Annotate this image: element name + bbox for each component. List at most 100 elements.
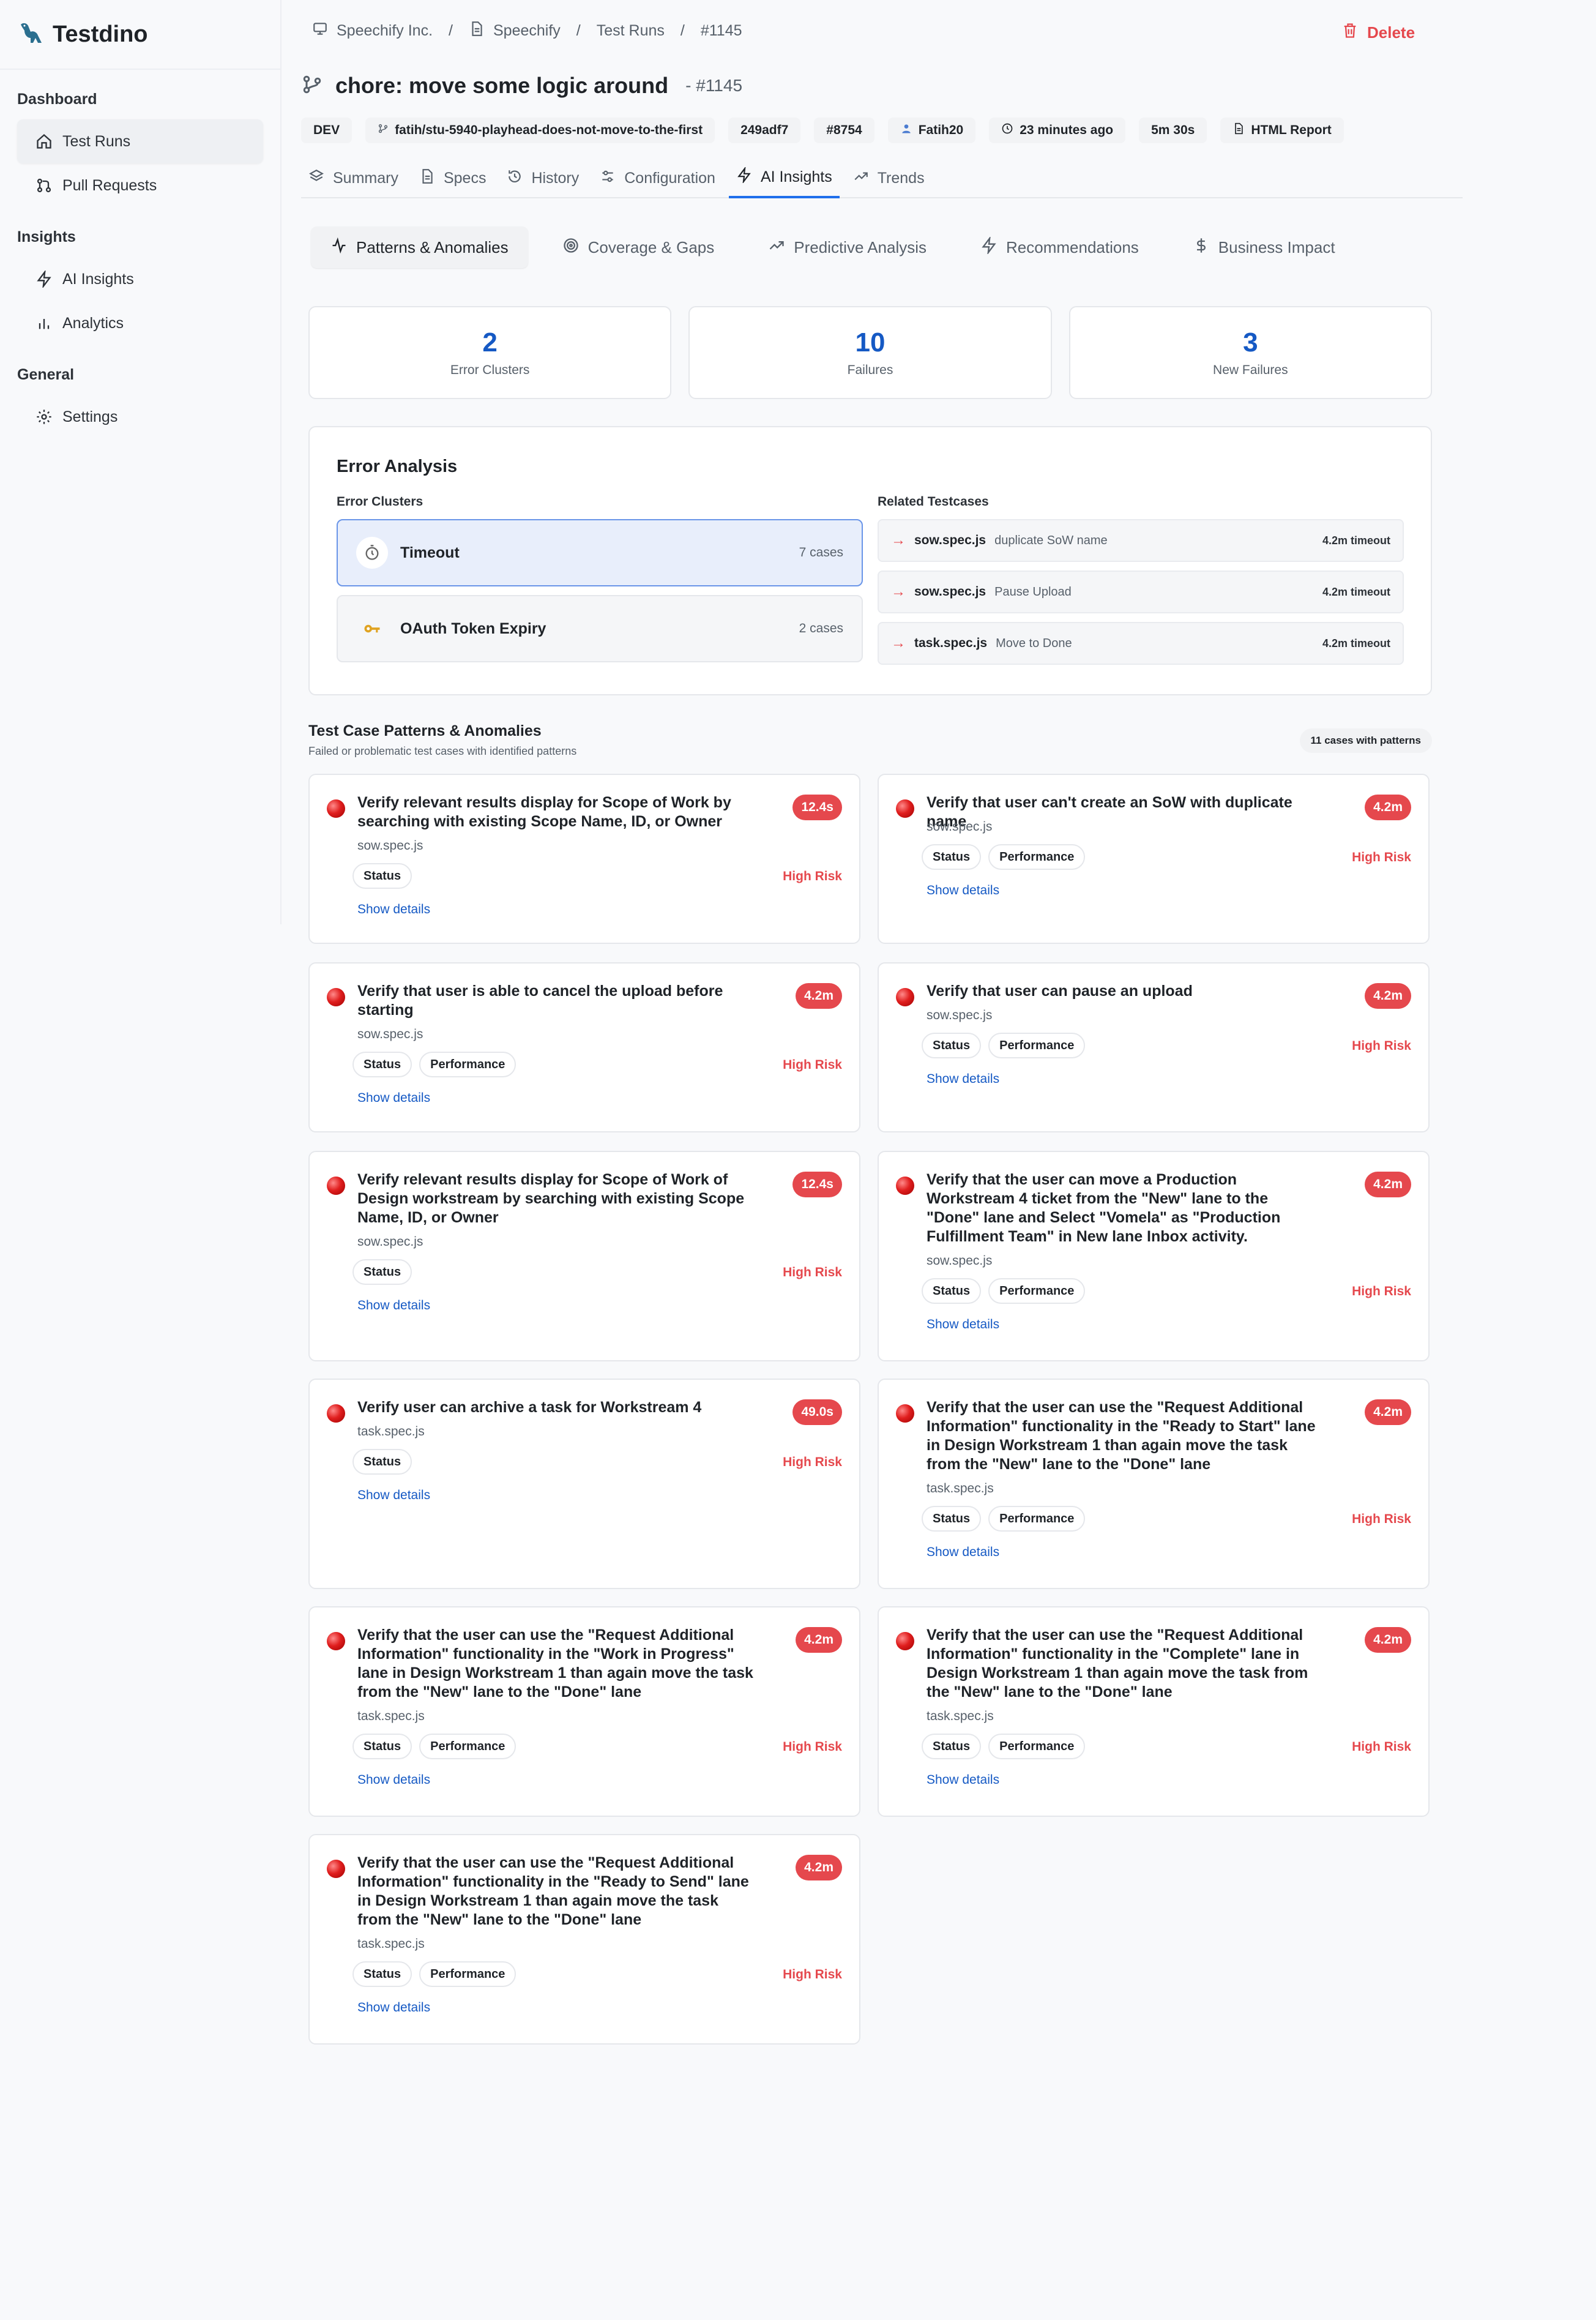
breadcrumb-separator: / <box>680 21 685 39</box>
subtab-recommendations[interactable]: Recommendations <box>961 226 1158 268</box>
duration-badge: 4.2m <box>1365 1172 1411 1197</box>
activity-icon <box>330 237 348 258</box>
breadcrumb-section[interactable]: Test Runs <box>597 22 665 40</box>
sidebar-item-pull-requests[interactable]: Pull Requests <box>17 163 263 208</box>
card-title: Verify that the user can use the "Reques… <box>927 1626 1308 1701</box>
related-testcase[interactable]: → sow.spec.js duplicate SoW name 4.2m ti… <box>878 519 1404 562</box>
related-testcase[interactable]: → task.spec.js Move to Done 4.2m timeout <box>878 622 1404 665</box>
sidebar-item-label: Pull Requests <box>62 176 157 194</box>
card-file: task.spec.js <box>927 1481 994 1495</box>
risk-label: High Risk <box>783 1967 842 1981</box>
error-analysis-title: Error Analysis <box>337 457 458 476</box>
tab-history[interactable]: History <box>499 158 586 198</box>
html-report-chip[interactable]: HTML Report <box>1220 118 1344 143</box>
risk-label: High Risk <box>1352 1039 1411 1053</box>
show-details-link[interactable]: Show details <box>357 1298 430 1313</box>
cluster-oauth[interactable]: OAuth Token Expiry 2 cases <box>337 595 863 662</box>
failure-dot-icon <box>327 988 345 1006</box>
card-tags: Status Performance <box>352 1052 516 1077</box>
failure-dot-icon <box>327 1177 345 1195</box>
sidebar-item-analytics[interactable]: Analytics <box>17 301 263 345</box>
card-tags: Status Performance <box>352 1734 516 1759</box>
failure-dot-icon <box>327 799 345 818</box>
card-tags: Status Performance <box>352 1961 516 1987</box>
pattern-card: Verify that user can't create an SoW wit… <box>878 774 1430 944</box>
breadcrumb-org-label: Speechify Inc. <box>337 21 433 39</box>
card-tags: Status Performance <box>922 1278 1086 1304</box>
subtab-predictive[interactable]: Predictive Analysis <box>748 226 946 268</box>
related-time: 4.2m timeout <box>1322 637 1390 649</box>
show-details-link[interactable]: Show details <box>357 1488 430 1503</box>
tag-performance: Performance <box>419 1734 516 1759</box>
subtab-label: Patterns & Anomalies <box>356 238 509 256</box>
related-testcases-label: Related Testcases <box>878 495 989 509</box>
patterns-subtitle: Failed or problematic test cases with id… <box>308 745 577 757</box>
delete-button[interactable]: Delete <box>1341 22 1415 43</box>
breadcrumb-project[interactable]: Speechify <box>469 21 561 41</box>
commit-chip[interactable]: 249adf7 <box>728 118 801 143</box>
tag-status: Status <box>922 1278 982 1304</box>
tab-summary[interactable]: Summary <box>301 158 406 198</box>
show-details-link[interactable]: Show details <box>357 902 430 917</box>
pr-chip[interactable]: #8754 <box>814 118 874 143</box>
tab-trends[interactable]: Trends <box>846 158 932 198</box>
tab-ai-insights[interactable]: AI Insights <box>728 158 840 198</box>
sidebar-item-label: AI Insights <box>62 270 134 288</box>
related-testcase[interactable]: → sow.spec.js Pause Upload 4.2m timeout <box>878 571 1404 613</box>
card-title: Verify user can archive a task for Works… <box>357 1399 702 1416</box>
related-file: task.spec.js <box>914 636 988 650</box>
pattern-card: Verify that the user can use the "Reques… <box>308 1834 860 2045</box>
pattern-card: Verify user can archive a task for Works… <box>308 1379 860 1589</box>
breadcrumb-separator: / <box>449 21 453 39</box>
file-icon <box>419 168 435 189</box>
show-details-link[interactable]: Show details <box>927 1773 999 1787</box>
nav-heading-insights: Insights <box>17 228 76 245</box>
show-details-link[interactable]: Show details <box>357 2000 430 2015</box>
sidebar-item-label: Analytics <box>62 314 124 332</box>
pattern-card: Verify that the user can use the "Reques… <box>878 1606 1430 1817</box>
show-details-link[interactable]: Show details <box>927 1317 999 1332</box>
show-details-link[interactable]: Show details <box>927 1072 999 1087</box>
tag-status: Status <box>352 1449 412 1475</box>
tag-status: Status <box>352 1961 412 1987</box>
branch-chip[interactable]: fatih/stu-5940-playhead-does-not-move-to… <box>365 118 715 143</box>
card-file: sow.spec.js <box>927 1254 993 1268</box>
key-icon <box>356 613 388 645</box>
error-clusters-label: Error Clusters <box>337 495 423 509</box>
pattern-card: Verify relevant results display for Scop… <box>308 774 860 944</box>
failure-dot-icon <box>327 1404 345 1423</box>
sidebar-item-test-runs[interactable]: Test Runs <box>17 119 263 163</box>
tag-status: Status <box>922 1506 982 1532</box>
subtab-patterns[interactable]: Patterns & Anomalies <box>311 226 528 268</box>
dollar-icon <box>1193 237 1210 258</box>
show-details-link[interactable]: Show details <box>357 1773 430 1787</box>
tag-status: Status <box>922 844 982 870</box>
breadcrumb-org[interactable]: Speechify Inc. <box>312 21 433 41</box>
card-tags: Status Performance <box>922 844 1086 870</box>
monitor-icon <box>312 21 328 41</box>
tab-specs[interactable]: Specs <box>412 158 493 198</box>
card-tags: Status Performance <box>922 1033 1086 1058</box>
pattern-card: Verify relevant results display for Scop… <box>308 1151 860 1361</box>
insights-subtabs: Patterns & Anomalies Coverage & Gaps Pre… <box>311 224 1449 271</box>
logo[interactable]: Testdino <box>0 0 280 70</box>
file-icon <box>469 21 485 41</box>
sidebar-item-settings[interactable]: Settings <box>17 395 263 439</box>
subtab-coverage[interactable]: Coverage & Gaps <box>543 226 734 268</box>
tab-label: AI Insights <box>760 168 832 185</box>
sidebar-item-ai-insights[interactable]: AI Insights <box>17 257 263 301</box>
risk-label: High Risk <box>1352 1740 1411 1754</box>
show-details-link[interactable]: Show details <box>927 883 999 898</box>
risk-label: High Risk <box>783 869 842 883</box>
stat-value: 2 <box>482 327 498 357</box>
show-details-link[interactable]: Show details <box>927 1545 999 1560</box>
tag-status: Status <box>352 863 412 889</box>
show-details-link[interactable]: Show details <box>357 1091 430 1106</box>
time-chip: 23 minutes ago <box>989 118 1126 143</box>
cluster-timeout[interactable]: Timeout 7 cases <box>337 519 863 586</box>
arrow-right-icon: → <box>891 635 906 651</box>
tab-configuration[interactable]: Configuration <box>592 158 723 198</box>
subtab-business-impact[interactable]: Business Impact <box>1173 226 1355 268</box>
failure-dot-icon <box>896 1177 914 1195</box>
patterns-count-badge: 11 cases with patterns <box>1299 728 1432 753</box>
